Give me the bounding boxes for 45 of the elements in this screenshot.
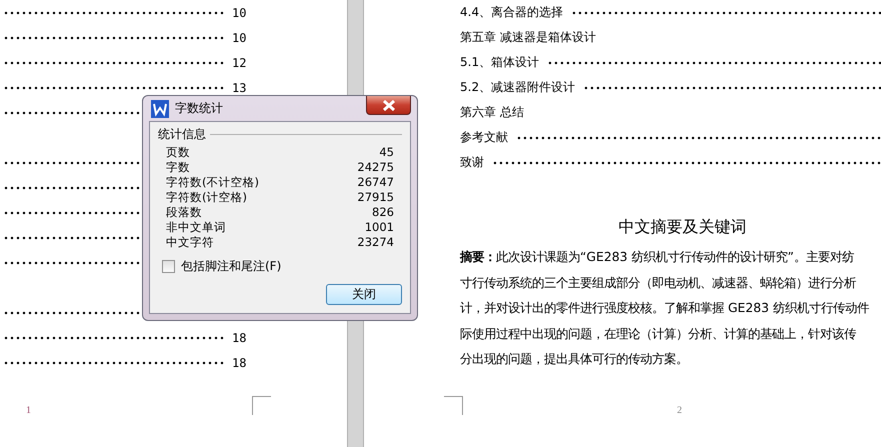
stat-value: 24275	[357, 160, 394, 175]
stat-value: 23274	[357, 235, 394, 250]
stat-value: 27915	[357, 190, 394, 205]
toc-page-number: 18	[232, 356, 246, 370]
toc-entry: 致谢	[460, 154, 484, 171]
margin-corner-mark	[252, 396, 271, 415]
stat-label: 中文字符	[166, 235, 214, 250]
margin-corner-mark	[444, 396, 463, 415]
stat-value: 45	[379, 145, 394, 160]
toc-page-number: 10	[232, 30, 246, 44]
page-number: 2	[677, 405, 682, 416]
stat-label: 字符数(不计空格)	[166, 175, 259, 190]
page-number: 1	[26, 405, 31, 416]
toc-entry: 第五章 减速器是箱体设计	[460, 29, 596, 46]
group-label: 统计信息	[158, 126, 206, 143]
toc-page-number: 13	[232, 80, 246, 94]
checkbox[interactable]	[162, 260, 175, 273]
close-button[interactable]	[366, 96, 411, 115]
toc-entry: 4.4、离合器的选择	[460, 4, 564, 21]
stat-label: 段落数	[166, 205, 202, 220]
stat-label: 页数	[166, 145, 190, 160]
toc-entry: 参考文献	[460, 129, 508, 146]
abstract-line: 际使用过程中出现的问题，在理论（计算）分析、计算的基础上，针对该传	[460, 324, 857, 342]
abstract-line: 寸行传动系统的三个主要组成部分（即电动机、减速器、蜗轮箱）进行分析	[460, 274, 857, 292]
toc-page-number: 10	[232, 6, 246, 20]
stat-label: 非中文单词	[166, 220, 226, 235]
window-title: 字数统计	[175, 100, 223, 117]
toc-entry: 5.2、减速器附件设计	[460, 79, 576, 96]
close-dialog-button[interactable]: 关闭	[326, 284, 402, 305]
close-icon	[382, 100, 396, 110]
stat-label: 字符数(计空格)	[166, 190, 247, 205]
abstract-line: 摘要：此次设计课题为“GE283 纺织机寸行传动件的设计研究”。主要对纺	[460, 248, 855, 266]
stat-value: 826	[372, 205, 394, 220]
abstract-line: 分出现的问题，提出具体可行的传动方案。	[460, 350, 689, 368]
app-logo-icon	[151, 100, 169, 118]
section-heading: 中文摘要及关键词	[618, 217, 748, 238]
toc-entry: 第六章 总结	[460, 104, 524, 121]
toc-entry: 5.1、箱体设计	[460, 54, 540, 71]
toc-page-number: 18	[232, 330, 246, 344]
abstract-line: 计，并对设计出的零件进行强度校核。了解和掌握 GE283 纺织机寸行传动件	[460, 299, 870, 317]
toc-page-number: 12	[232, 56, 246, 70]
checkbox-label[interactable]: 包括脚注和尾注(F)	[181, 258, 282, 275]
stat-value: 1001	[364, 220, 394, 235]
stat-label: 字数	[166, 160, 190, 175]
stat-value: 26747	[357, 175, 394, 190]
